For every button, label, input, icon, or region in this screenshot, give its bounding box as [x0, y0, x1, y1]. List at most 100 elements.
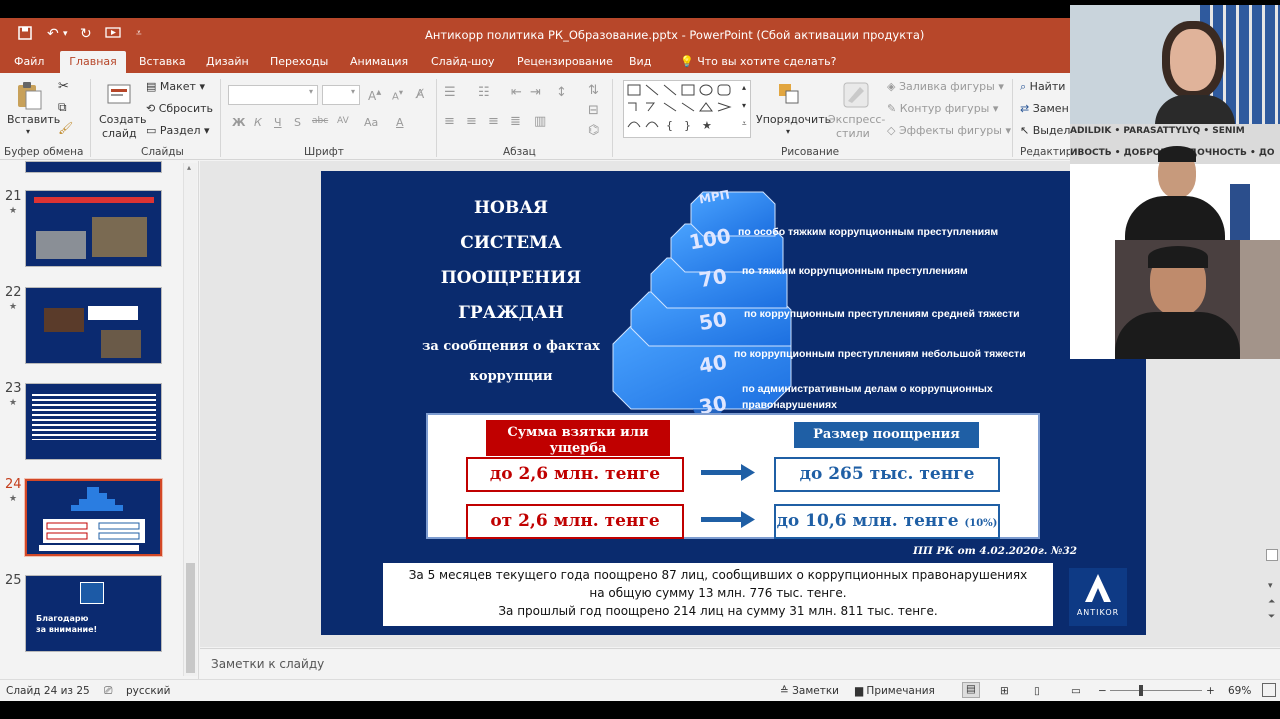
font-shrink-icon[interactable]: A▾ — [392, 87, 403, 102]
new-slide-button[interactable]: Создать — [99, 113, 147, 126]
tab-insert[interactable]: Вставка — [131, 51, 194, 73]
numbering-icon[interactable]: ☷ — [478, 85, 490, 100]
gallery-scroll-down-icon[interactable]: ▾ — [742, 101, 746, 110]
layout-button[interactable]: ▤ Макет ▾ — [146, 80, 205, 93]
bullets-icon[interactable]: ☰ — [444, 85, 456, 100]
smartart-icon[interactable]: ⌬ — [588, 123, 599, 138]
italic-button[interactable]: К — [254, 116, 262, 129]
font-size-dropdown-icon[interactable]: ▾ — [351, 87, 355, 96]
current-slide[interactable]: НОВАЯ СИСТЕМА ПООЩРЕНИЯ ГРАЖДАН за сообщ… — [321, 171, 1146, 635]
slide-sorter-icon[interactable]: ⊞ — [1000, 685, 1009, 697]
shape-fill-button[interactable]: ◈ Заливка фигуры ▾ — [887, 80, 1004, 93]
tab-animations[interactable]: Анимация — [342, 51, 416, 73]
align-left-icon[interactable]: ≡ — [444, 114, 455, 129]
paste-dropdown-icon[interactable]: ▾ — [26, 127, 30, 136]
copy-icon[interactable]: ⧉ — [58, 100, 67, 115]
quick-styles-icon[interactable] — [842, 81, 869, 108]
clear-formatting-icon[interactable]: A̸ — [416, 87, 424, 101]
undo-dropdown-icon[interactable]: ▾ — [63, 29, 68, 39]
paste-button[interactable]: Вставить — [7, 113, 60, 126]
paste-icon[interactable] — [16, 81, 42, 110]
shape-outline-button[interactable]: ✎ Контур фигуры ▾ — [887, 102, 998, 115]
thumbnail-slide-24-selected[interactable] — [24, 478, 163, 557]
normal-view-icon[interactable]: ▤ — [962, 682, 980, 698]
arrange-button[interactable]: Упорядочить — [756, 113, 831, 126]
justify-icon[interactable]: ≣ — [510, 114, 521, 129]
align-text-icon[interactable]: ⊟ — [588, 103, 599, 118]
new-slide-icon[interactable] — [106, 81, 132, 107]
canvas-scroll-thumb[interactable] — [1266, 549, 1278, 561]
line-spacing-icon[interactable]: ↕ — [556, 85, 567, 100]
scroll-down-icon[interactable]: ▾ — [1268, 581, 1273, 591]
find-button[interactable]: ⌕ Найти — [1020, 80, 1065, 94]
increase-indent-icon[interactable]: ⇥ — [530, 85, 541, 100]
decrease-indent-icon[interactable]: ⇤ — [511, 85, 522, 100]
select-button[interactable]: ↖ Выдел — [1020, 124, 1070, 137]
zoom-slider-thumb[interactable] — [1139, 685, 1143, 696]
notes-toggle-button[interactable]: ≙ Заметки — [780, 685, 839, 697]
section-button[interactable]: ▭ Раздел ▾ — [146, 124, 210, 137]
replace-button[interactable]: ⇄ Замен — [1020, 102, 1069, 115]
thumbnails-scrollbar[interactable]: ▴ — [183, 163, 197, 676]
tell-me-box[interactable]: 💡 Что вы хотите сделать? — [672, 51, 844, 73]
font-color-button[interactable]: A — [396, 116, 404, 129]
shadow-button[interactable]: S — [294, 116, 301, 129]
notes-placeholder[interactable]: Заметки к слайду — [211, 657, 324, 671]
notes-pane[interactable]: Заметки к слайду — [200, 648, 1280, 679]
thumbnail-slide-22[interactable] — [25, 287, 162, 364]
slideshow-view-icon[interactable]: ▭ — [1071, 685, 1081, 697]
redo-icon[interactable]: ↻ — [80, 26, 92, 42]
font-name-field[interactable] — [228, 85, 318, 105]
shapes-gallery[interactable]: {} ★ — [623, 80, 751, 138]
align-center-icon[interactable]: ≡ — [466, 114, 477, 129]
thumbnail-20-partial[interactable] — [25, 161, 162, 173]
strikethrough-button[interactable]: abc — [312, 116, 328, 126]
tab-home[interactable]: Главная — [60, 51, 126, 73]
bold-button[interactable]: Ж — [232, 116, 245, 129]
tab-design[interactable]: Дизайн — [198, 51, 257, 73]
customize-qat-icon[interactable]: ⩡ — [136, 28, 142, 39]
new-slide-button-line2[interactable]: слайд — [102, 127, 137, 140]
tab-view[interactable]: Вид — [621, 51, 659, 73]
reading-view-icon[interactable]: ▯ — [1034, 685, 1040, 697]
previous-slide-icon[interactable]: ⏶ — [1268, 597, 1275, 607]
quick-styles-button[interactable]: Экспресс- — [828, 113, 885, 126]
align-right-icon[interactable]: ≡ — [488, 114, 499, 129]
comments-toggle-button[interactable]: ▆ Примечания — [855, 685, 935, 697]
fit-to-window-icon[interactable] — [1262, 683, 1276, 697]
shape-effects-button[interactable]: ◇ Эффекты фигуры ▾ — [887, 124, 1011, 137]
zoom-slider-track[interactable] — [1110, 690, 1202, 691]
columns-icon[interactable]: ▥ — [534, 114, 546, 129]
arrange-icon[interactable] — [776, 81, 802, 107]
slideshow-start-icon[interactable] — [105, 26, 121, 44]
video-tile-participant-2[interactable]: ADILDIK • PARASATTYLYQ • SENIM ИВОСТЬ • … — [1070, 124, 1280, 240]
tab-file[interactable]: Файл — [6, 51, 52, 73]
arrange-dropdown-icon[interactable]: ▾ — [786, 127, 790, 136]
video-tile-participant-3[interactable] — [1070, 240, 1280, 359]
language-indicator[interactable]: русский — [126, 685, 170, 697]
gallery-more-icon[interactable]: ⩡ — [742, 119, 747, 129]
thumbnail-slide-25[interactable]: Благодарю за внимание! — [25, 575, 162, 652]
font-grow-icon[interactable]: A▴ — [368, 87, 381, 103]
tab-slideshow[interactable]: Слайд-шоу — [423, 51, 502, 73]
tab-review[interactable]: Рецензирование — [509, 51, 621, 73]
zoom-in-icon[interactable]: + — [1206, 685, 1215, 697]
quick-styles-button-line2[interactable]: стили — [836, 127, 870, 140]
undo-icon[interactable]: ↶ — [47, 26, 59, 42]
scrollbar-thumb[interactable] — [186, 563, 195, 673]
gallery-scroll-up-icon[interactable]: ▴ — [742, 83, 746, 92]
spellcheck-icon[interactable]: ⎚ — [104, 685, 112, 698]
zoom-out-icon[interactable]: − — [1098, 685, 1107, 697]
format-painter-icon[interactable]: 🖌 — [58, 121, 73, 135]
reset-button[interactable]: ⟲ Сбросить — [146, 102, 213, 115]
zoom-level[interactable]: 69% — [1228, 685, 1251, 697]
change-case-button[interactable]: Aa — [364, 116, 378, 129]
thumbnail-slide-23[interactable] — [25, 383, 162, 460]
next-slide-icon[interactable]: ⏷ — [1268, 612, 1275, 622]
save-icon[interactable] — [18, 26, 32, 44]
underline-button[interactable]: Ч — [274, 116, 282, 129]
thumbnail-slide-21[interactable] — [25, 190, 162, 267]
text-direction-icon[interactable]: ⇅ — [588, 83, 599, 98]
cut-icon[interactable]: ✂ — [58, 79, 69, 94]
tab-transitions[interactable]: Переходы — [262, 51, 336, 73]
